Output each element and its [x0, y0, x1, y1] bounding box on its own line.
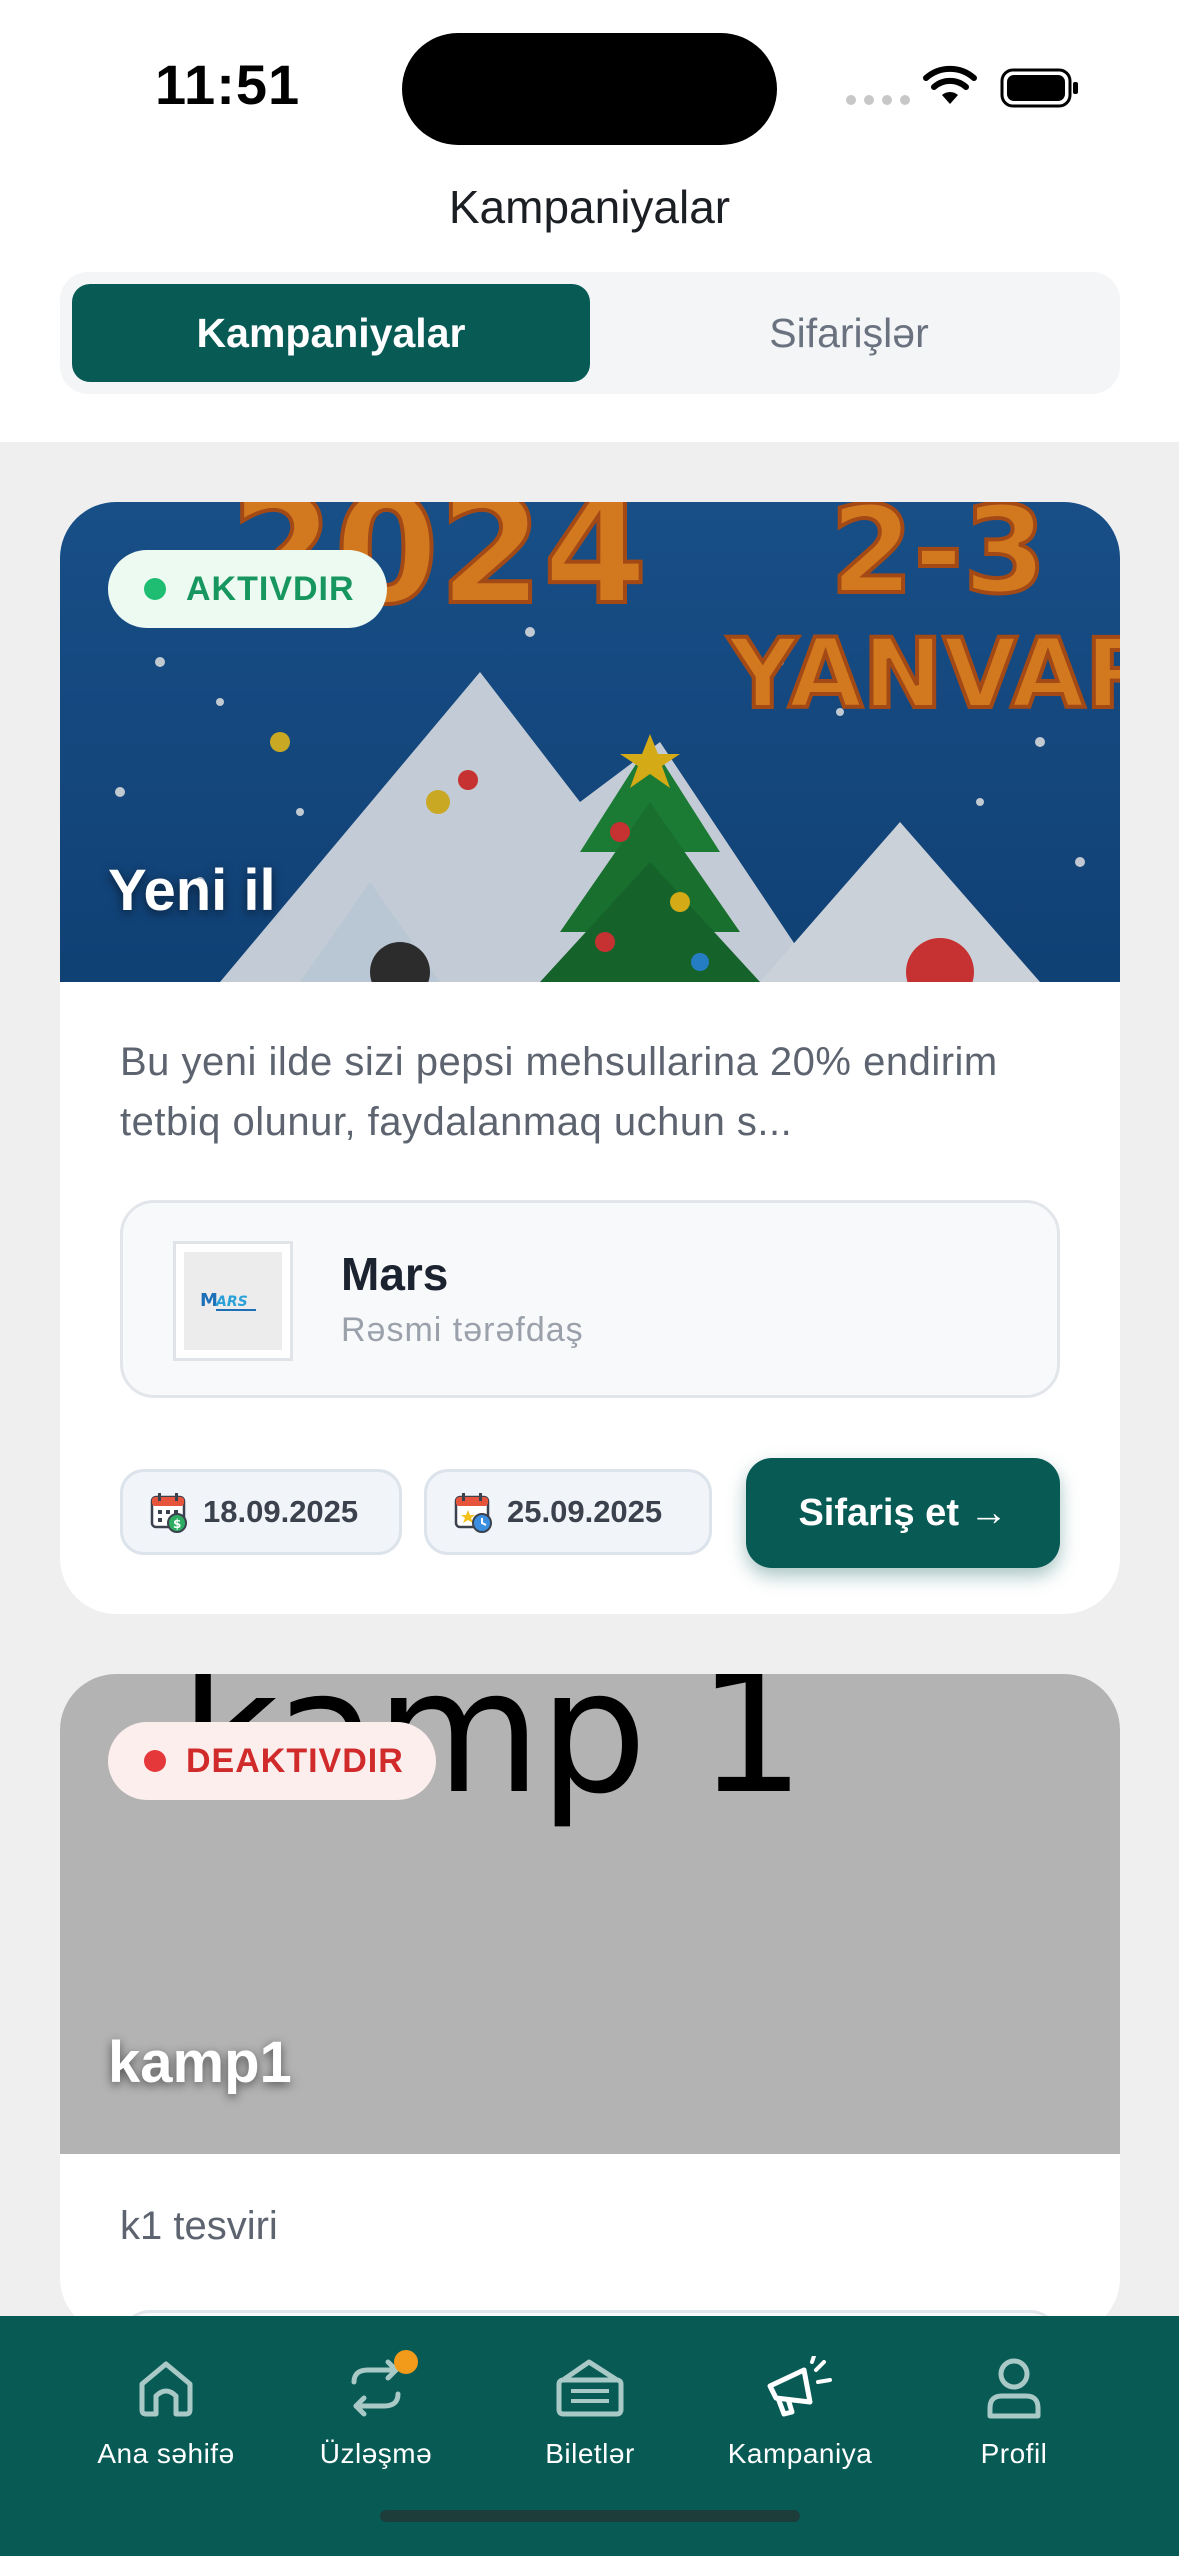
profile-icon [987, 2358, 1041, 2419]
campaign-title: kamp1 [108, 2030, 292, 2095]
campaign-banner: 2024 2-3 YANVAR AKTIVDIR Yeni il [60, 502, 1120, 982]
status-time: 11:51 [155, 53, 301, 116]
nav-label: Biletlər [545, 2438, 635, 2469]
dynamic-island [402, 33, 777, 145]
nav-tickets[interactable]: Biletlər [490, 2356, 690, 2470]
nav-label: Kampaniya [727, 2438, 873, 2469]
status-badge-active: AKTIVDIR [108, 550, 387, 628]
status-label: AKTIVDIR [186, 569, 355, 608]
mars-logo-icon: M ARS [200, 1290, 256, 1311]
campaign-title: Yeni il [108, 858, 276, 923]
campaign-banner: kamp 1 DEAKTIVDIR kamp1 [60, 1674, 1120, 2154]
campaign-card[interactable]: kamp 1 DEAKTIVDIR kamp1 k1 tesviri [60, 1674, 1120, 2334]
cellular-signal-icon [846, 95, 910, 105]
calendar-end-icon [454, 1493, 492, 1533]
campaign-description: k1 tesviri [120, 2204, 278, 2248]
megaphone-icon [767, 2356, 832, 2417]
battery-icon [1000, 68, 1078, 108]
home-indicator[interactable] [380, 2510, 800, 2522]
status-badge-inactive: DEAKTIVDIR [108, 1722, 436, 1800]
partner-name: Mars [341, 1248, 449, 1300]
end-date: 25.09.2025 [507, 1494, 663, 1529]
partner-subtitle: Rəsmi tərəfdaş [341, 1311, 584, 1349]
partner-box[interactable]: M ARS Mars Rəsmi tərəfdaş [120, 1200, 1060, 1398]
start-date: 18.09.2025 [203, 1494, 359, 1529]
home-icon [139, 2361, 193, 2417]
segmented-control: Kampaniyalar Sifarişlər [60, 272, 1120, 394]
nav-reconciliation[interactable]: Üzləşmə [276, 2356, 476, 2470]
nav-label: Ana səhifə [97, 2438, 235, 2469]
tickets-icon [556, 2359, 624, 2417]
order-button[interactable]: Sifariş et → [746, 1458, 1060, 1568]
status-dot [144, 1750, 166, 1772]
page-title: Kampaniyalar [448, 181, 731, 233]
top-header: 11:51 Kampaniyalar Kampaniyalar Sifarişl… [0, 0, 1179, 442]
svg-text:$: $ [173, 1517, 181, 1531]
notification-dot [394, 2350, 418, 2374]
end-date-chip: 25.09.2025 [424, 1469, 712, 1555]
nav-label: Profil [980, 2438, 1048, 2469]
nav-profile[interactable]: Profil [914, 2356, 1114, 2470]
wifi-icon [923, 65, 977, 104]
partner-logo: M ARS [173, 1241, 293, 1361]
status-label: DEAKTIVDIR [186, 1741, 404, 1780]
nav-campaign[interactable]: Kampaniya [700, 2356, 900, 2470]
status-dot [144, 578, 166, 600]
tab-kampaniyalar[interactable]: Kampaniyalar [72, 284, 590, 382]
tab-sifarisler[interactable]: Sifarişlər [590, 284, 1108, 382]
campaign-card[interactable]: 2024 2-3 YANVAR AKTIVDIR Yeni il Bu yeni… [60, 502, 1120, 1614]
nav-label: Üzləşmə [319, 2438, 433, 2469]
campaign-description: Bu yeni ilde sizi pepsi mehsullarina 20%… [120, 1040, 998, 1144]
start-date-chip: $ 18.09.2025 [120, 1469, 402, 1555]
nav-home[interactable]: Ana səhifə [66, 2356, 266, 2470]
calendar-start-icon: $ [150, 1493, 187, 1533]
svg-text:ARS: ARS [215, 1294, 248, 1310]
